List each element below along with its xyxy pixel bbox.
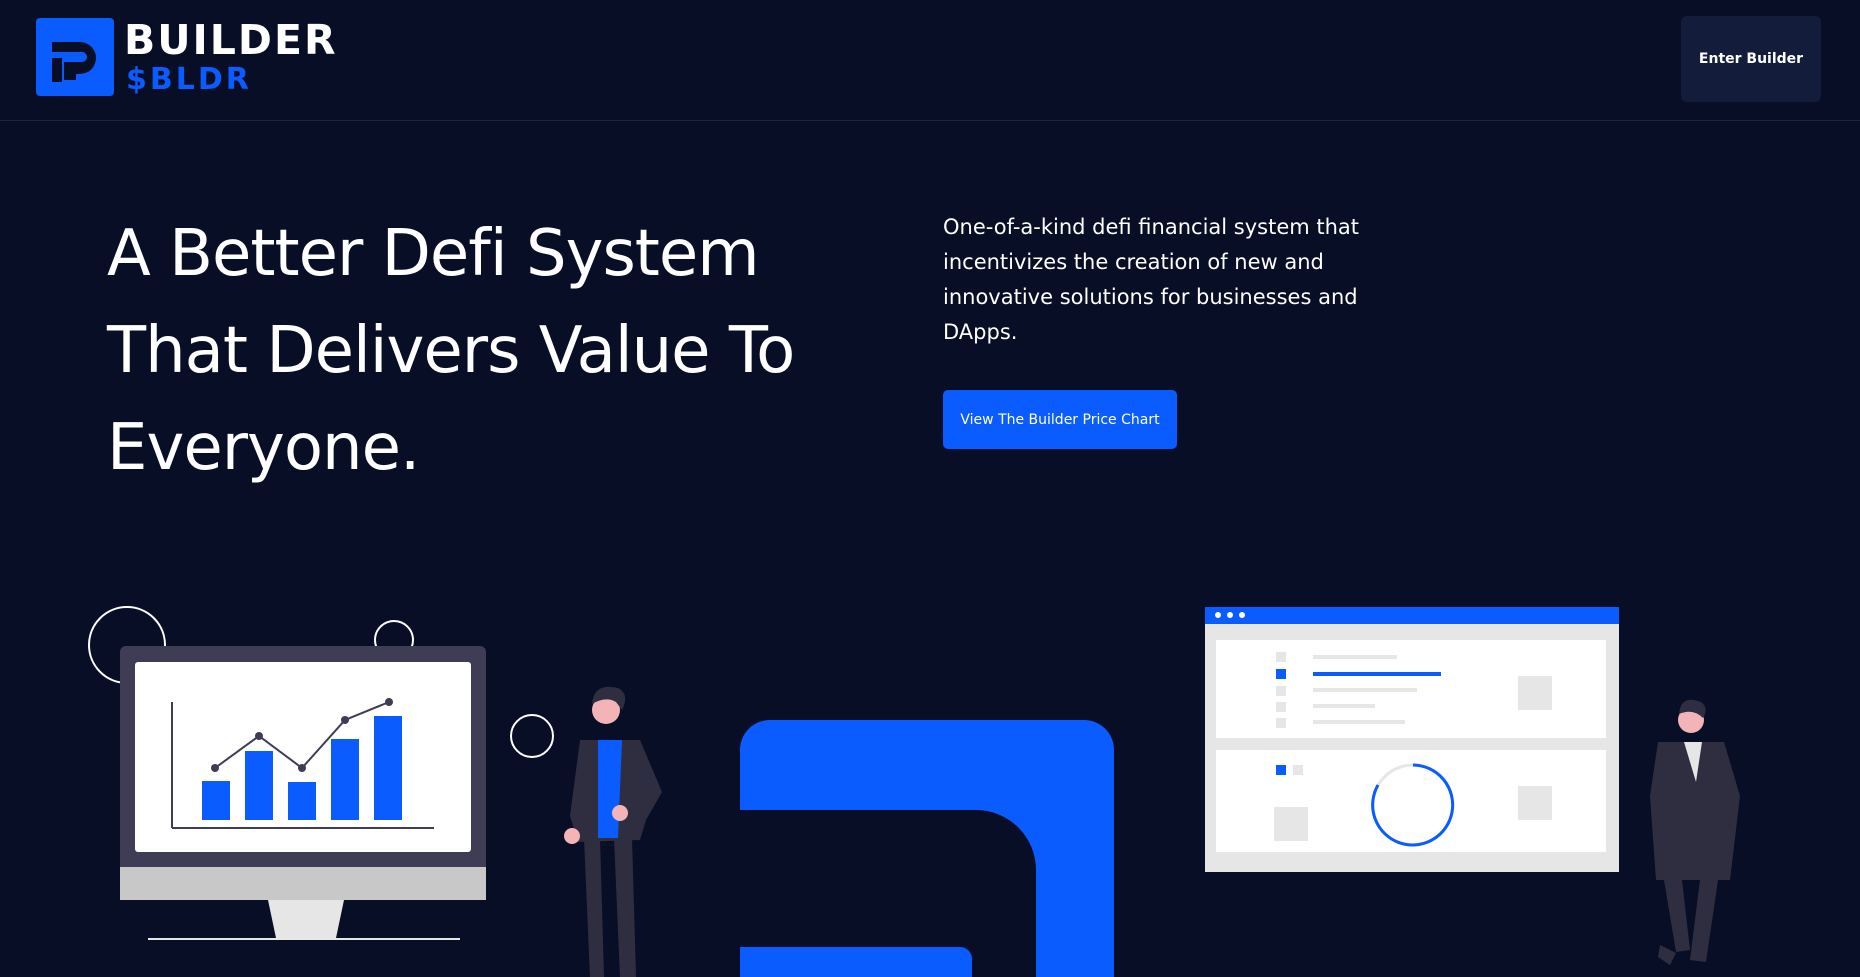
monitor-chart-illustration — [120, 646, 486, 940]
logo[interactable]: BUILDER $BLDR — [36, 16, 356, 98]
decor-circle — [510, 714, 554, 758]
builder-logo-icon — [36, 18, 114, 96]
logo-ticker: $BLDR — [126, 62, 252, 97]
builder-b-shape — [740, 720, 1114, 977]
person-illustration — [1650, 699, 1740, 965]
hero-illustration — [88, 606, 1740, 977]
site-header: BUILDER $BLDR Enter Builder — [0, 0, 1860, 121]
view-price-chart-button[interactable]: View The Builder Price Chart — [943, 390, 1177, 449]
dashboard-window-illustration — [1205, 607, 1619, 872]
hero-description: One-of-a-kind defi financial system that… — [943, 215, 1360, 344]
logo-title: BUILDER — [124, 16, 338, 64]
enter-builder-button[interactable]: Enter Builder — [1681, 16, 1821, 102]
person-illustration — [564, 686, 662, 977]
hero-title: A Better Defi System That Delivers Value… — [107, 217, 795, 485]
